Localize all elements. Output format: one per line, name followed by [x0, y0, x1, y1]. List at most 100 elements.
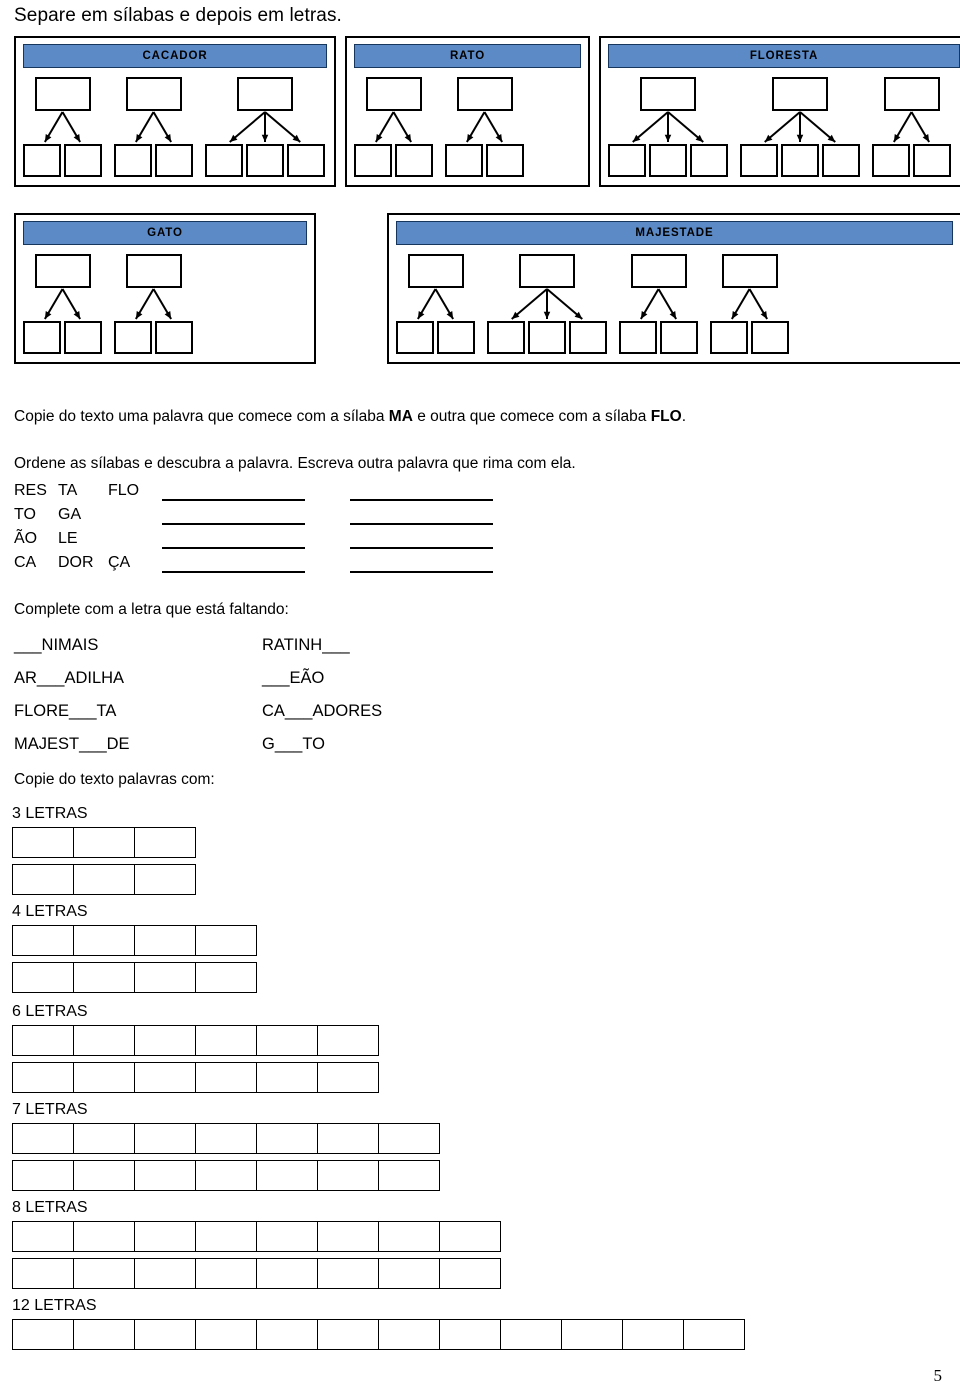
word-grid-cell[interactable] — [134, 1025, 196, 1056]
letter-box[interactable] — [740, 144, 778, 177]
word-grid-cell[interactable] — [73, 1062, 135, 1093]
word-grid-cell[interactable] — [73, 962, 135, 993]
letter-box[interactable] — [396, 321, 434, 354]
missing-letter-word-left[interactable]: ___NIMAIS — [14, 636, 262, 655]
word-grid-cell[interactable] — [256, 1319, 318, 1350]
word-grid-cell[interactable] — [378, 1123, 440, 1154]
missing-letter-word-right[interactable]: G___TO — [262, 735, 325, 754]
word-grid-cell[interactable] — [134, 1062, 196, 1093]
word-grid-cell[interactable] — [439, 1319, 501, 1350]
answer-line-word[interactable] — [162, 481, 305, 501]
syllable-box[interactable] — [237, 77, 293, 111]
word-grid-cell[interactable] — [12, 962, 74, 993]
letter-box[interactable] — [710, 321, 748, 354]
word-grid-cell[interactable] — [378, 1221, 440, 1252]
word-grid-cell[interactable] — [317, 1062, 379, 1093]
answer-line-word[interactable] — [162, 553, 305, 573]
letter-box[interactable] — [23, 321, 61, 354]
letter-box[interactable] — [114, 321, 152, 354]
word-grid-cell[interactable] — [134, 864, 196, 895]
word-grid-cell[interactable] — [256, 1025, 318, 1056]
word-grid-cell[interactable] — [134, 925, 196, 956]
letter-box[interactable] — [781, 144, 819, 177]
letter-box[interactable] — [528, 321, 566, 354]
syllable-box[interactable] — [630, 254, 687, 288]
syllable-box[interactable] — [883, 77, 940, 111]
answer-line-rhyme[interactable] — [350, 481, 493, 501]
letter-box[interactable] — [608, 144, 646, 177]
word-grid-cell[interactable] — [73, 1258, 135, 1289]
syllable-box[interactable] — [34, 77, 91, 111]
syllable-box[interactable] — [721, 254, 778, 288]
word-grid-cell[interactable] — [73, 827, 135, 858]
word-grid-cell[interactable] — [12, 827, 74, 858]
answer-line-rhyme[interactable] — [350, 505, 493, 525]
word-grid-cell[interactable] — [683, 1319, 745, 1350]
word-grid-cell[interactable] — [378, 1319, 440, 1350]
syllable-box[interactable] — [407, 254, 464, 288]
word-grid-cell[interactable] — [561, 1319, 623, 1350]
word-grid-cell[interactable] — [317, 1025, 379, 1056]
letter-box[interactable] — [395, 144, 433, 177]
word-grid-cell[interactable] — [195, 1221, 257, 1252]
word-grid-cell[interactable] — [195, 1319, 257, 1350]
word-grid-cell[interactable] — [12, 1123, 74, 1154]
letter-box[interactable] — [437, 321, 475, 354]
letter-box[interactable] — [64, 144, 102, 177]
word-grid-cell[interactable] — [73, 864, 135, 895]
word-grid-cell[interactable] — [73, 1221, 135, 1252]
word-grid-cell[interactable] — [256, 1221, 318, 1252]
syllable-box[interactable] — [125, 77, 182, 111]
word-grid-cell[interactable] — [12, 1319, 74, 1350]
word-grid-cell[interactable] — [317, 1319, 379, 1350]
letter-box[interactable] — [872, 144, 910, 177]
word-grid-cell[interactable] — [12, 1025, 74, 1056]
word-grid-cell[interactable] — [439, 1221, 501, 1252]
word-grid-cell[interactable] — [317, 1221, 379, 1252]
word-grid-cell[interactable] — [378, 1160, 440, 1191]
letter-box[interactable] — [751, 321, 789, 354]
word-grid-cell[interactable] — [195, 962, 257, 993]
missing-letter-word-left[interactable]: AR___ADILHA — [14, 669, 262, 688]
word-grid-cell[interactable] — [195, 1025, 257, 1056]
letter-box[interactable] — [205, 144, 243, 177]
missing-letter-word-left[interactable]: MAJEST___DE — [14, 735, 262, 754]
missing-letter-word-left[interactable]: FLORE___TA — [14, 702, 262, 721]
word-grid-cell[interactable] — [256, 1258, 318, 1289]
word-grid-cell[interactable] — [317, 1160, 379, 1191]
word-grid-cell[interactable] — [73, 1160, 135, 1191]
word-grid-cell[interactable] — [317, 1258, 379, 1289]
letter-box[interactable] — [660, 321, 698, 354]
word-grid-cell[interactable] — [256, 1160, 318, 1191]
letter-box[interactable] — [64, 321, 102, 354]
letter-box[interactable] — [619, 321, 657, 354]
letter-box[interactable] — [246, 144, 284, 177]
answer-line-rhyme[interactable] — [350, 553, 493, 573]
word-grid-cell[interactable] — [195, 1258, 257, 1289]
letter-box[interactable] — [114, 144, 152, 177]
word-grid-cell[interactable] — [134, 1221, 196, 1252]
word-grid-cell[interactable] — [439, 1258, 501, 1289]
syllable-box[interactable] — [519, 254, 575, 288]
word-grid-cell[interactable] — [134, 827, 196, 858]
letter-box[interactable] — [445, 144, 483, 177]
word-grid-cell[interactable] — [12, 1160, 74, 1191]
missing-letter-word-right[interactable]: RATINH___ — [262, 636, 350, 655]
syllable-box[interactable] — [34, 254, 91, 288]
letter-box[interactable] — [822, 144, 860, 177]
word-grid-cell[interactable] — [195, 1160, 257, 1191]
letter-box[interactable] — [354, 144, 392, 177]
missing-letter-word-right[interactable]: CA___ADORES — [262, 702, 382, 721]
word-grid-cell[interactable] — [134, 962, 196, 993]
letter-box[interactable] — [690, 144, 728, 177]
syllable-box[interactable] — [456, 77, 513, 111]
answer-line-rhyme[interactable] — [350, 529, 493, 549]
word-grid-cell[interactable] — [12, 864, 74, 895]
word-grid-cell[interactable] — [317, 1123, 379, 1154]
word-grid-cell[interactable] — [12, 1062, 74, 1093]
syllable-box[interactable] — [365, 77, 422, 111]
answer-line-word[interactable] — [162, 505, 305, 525]
word-grid-cell[interactable] — [195, 925, 257, 956]
word-grid-cell[interactable] — [134, 1123, 196, 1154]
word-grid-cell[interactable] — [12, 1258, 74, 1289]
